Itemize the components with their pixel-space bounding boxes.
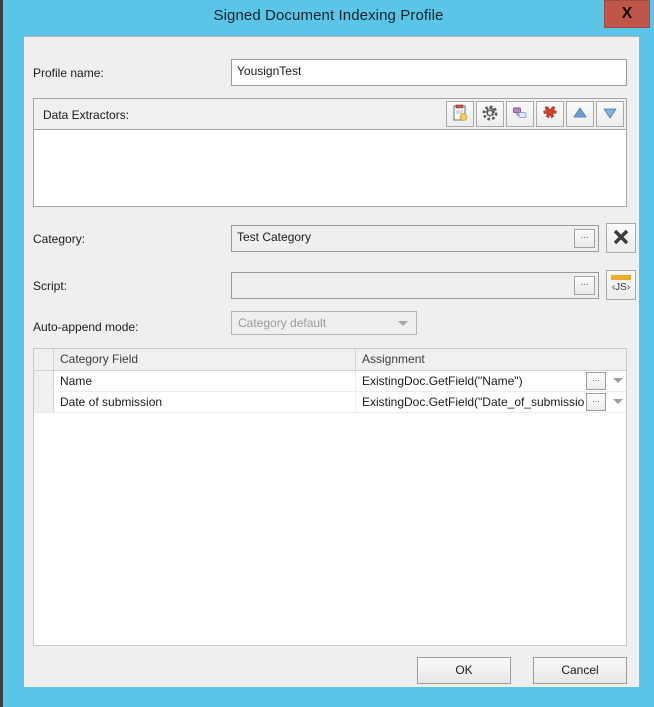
- cell-assignment-text: ExistingDoc.GetField("Name"): [362, 374, 523, 388]
- assignments-grid[interactable]: Category Field Assignment Name ExistingD…: [33, 348, 627, 646]
- category-label: Category:: [33, 232, 86, 246]
- category-value: Test Category: [237, 230, 312, 244]
- grid-header-assignment[interactable]: Assignment: [356, 349, 626, 370]
- move-down-button[interactable]: [596, 101, 624, 127]
- duplicate-button[interactable]: [506, 101, 534, 127]
- grid-header-row: Category Field Assignment: [34, 349, 626, 371]
- profile-name-input[interactable]: YousignTest: [231, 59, 627, 86]
- cell-dropdown-icon[interactable]: [613, 378, 623, 383]
- ok-button[interactable]: OK: [417, 657, 511, 684]
- delete-icon: [541, 104, 559, 125]
- data-extractors-label: Data Extractors:: [43, 108, 130, 122]
- close-x-icon: [611, 227, 631, 250]
- data-extractors-header: Data Extractors:: [33, 98, 627, 130]
- cell-browse-button[interactable]: ...: [586, 393, 606, 411]
- cancel-button[interactable]: Cancel: [533, 657, 627, 684]
- move-up-icon: [571, 104, 589, 125]
- dialog-window: Signed Document Indexing Profile X Profi…: [0, 0, 654, 707]
- move-up-button[interactable]: [566, 101, 594, 127]
- row-selector[interactable]: [34, 371, 54, 391]
- category-input[interactable]: Test Category ...: [231, 225, 599, 252]
- table-row[interactable]: Date of submission ExistingDoc.GetField(…: [34, 392, 626, 413]
- table-row[interactable]: Name ExistingDoc.GetField("Name") ...: [34, 371, 626, 392]
- cell-dropdown-icon[interactable]: [613, 399, 623, 404]
- profile-name-label: Profile name:: [33, 66, 104, 80]
- delete-button[interactable]: [536, 101, 564, 127]
- cell-assignment-text: ExistingDoc.GetField("Date_of_submissio: [362, 395, 585, 409]
- row-selector[interactable]: [34, 392, 54, 412]
- chevron-down-icon: [398, 321, 408, 326]
- dialog-title: Signed Document Indexing Profile: [213, 7, 444, 24]
- script-label: Script:: [33, 279, 68, 293]
- script-browse-button[interactable]: ...: [574, 276, 595, 295]
- cell-category-field[interactable]: Date of submission: [54, 392, 356, 412]
- category-clear-button[interactable]: [606, 223, 636, 253]
- title-bar: Signed Document Indexing Profile X: [3, 0, 654, 36]
- settings-button[interactable]: [476, 101, 504, 127]
- grid-header-gutter: [34, 349, 54, 370]
- auto-append-mode-value: Category default: [238, 316, 327, 330]
- cell-browse-button[interactable]: ...: [586, 372, 606, 390]
- javascript-icon: ‹JS›: [611, 282, 631, 293]
- data-extractors-list[interactable]: [33, 130, 627, 207]
- auto-append-mode-select[interactable]: Category default: [231, 311, 417, 335]
- dialog-content: Profile name: YousignTest Data Extractor…: [24, 36, 639, 687]
- duplicate-icon: [511, 104, 529, 125]
- auto-append-mode-label: Auto-append mode:: [33, 320, 139, 334]
- move-down-icon: [601, 104, 619, 125]
- data-extractors-toolbar: [446, 101, 624, 127]
- script-input[interactable]: ...: [231, 272, 599, 299]
- settings-gear-icon: [481, 104, 499, 125]
- new-extractor-button[interactable]: [446, 101, 474, 127]
- new-extractor-icon: [451, 104, 469, 125]
- category-browse-button[interactable]: ...: [574, 229, 595, 248]
- script-edit-js-button[interactable]: ‹JS›: [606, 270, 636, 300]
- grid-header-category-field[interactable]: Category Field: [54, 349, 356, 370]
- js-accent-bar: [611, 275, 631, 280]
- cell-category-field[interactable]: Name: [54, 371, 356, 391]
- close-button[interactable]: X: [604, 0, 650, 28]
